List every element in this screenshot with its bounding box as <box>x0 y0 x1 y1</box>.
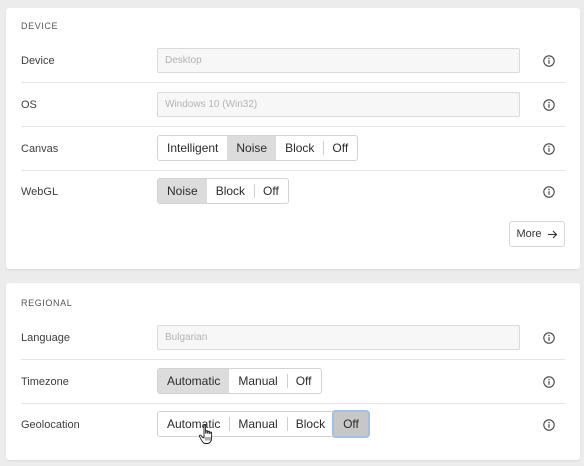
more-button-label: More <box>516 228 542 240</box>
canvas-option-off[interactable]: Off <box>323 136 357 160</box>
row-canvas: Canvas Intelligent Noise Block Off <box>21 127 565 171</box>
row-geolocation: Geolocation Automatic Manual Block Off <box>21 403 565 447</box>
section-title-device: DEVICE <box>21 21 59 31</box>
geolocation-segmented-control: Automatic Manual Block Off <box>157 411 369 437</box>
timezone-label: Timezone <box>21 376 69 388</box>
info-icon[interactable] <box>543 332 555 344</box>
canvas-label: Canvas <box>21 143 59 155</box>
geolocation-label: Geolocation <box>21 419 80 431</box>
geolocation-option-automatic[interactable]: Automatic <box>158 412 229 436</box>
os-field[interactable]: Windows 10 (Win32) <box>157 92 520 117</box>
device-section: DEVICE Device Desktop OS Windows 10 (Win… <box>6 8 580 269</box>
row-webgl: WebGL Noise Block Off <box>21 170 565 214</box>
more-button[interactable]: More <box>509 221 565 247</box>
info-icon[interactable] <box>543 99 555 111</box>
device-field[interactable]: Desktop <box>157 48 520 73</box>
webgl-option-noise[interactable]: Noise <box>158 179 207 203</box>
timezone-option-off[interactable]: Off <box>286 369 321 393</box>
regional-section: REGIONAL Language Bulgarian Timezone Aut… <box>6 283 580 460</box>
timezone-option-manual[interactable]: Manual <box>229 369 286 393</box>
geolocation-option-block[interactable]: Block <box>286 412 334 436</box>
info-icon[interactable] <box>543 143 555 155</box>
row-timezone: Timezone Automatic Manual Off <box>21 360 565 404</box>
row-os: OS Windows 10 (Win32) <box>21 83 565 127</box>
webgl-option-off[interactable]: Off <box>254 179 288 203</box>
webgl-segmented-control: Noise Block Off <box>157 178 289 204</box>
arrow-right-icon <box>547 230 557 238</box>
geolocation-option-off[interactable]: Off <box>334 412 368 436</box>
section-title-regional: REGIONAL <box>21 298 73 308</box>
geolocation-option-manual[interactable]: Manual <box>229 412 286 436</box>
canvas-option-block[interactable]: Block <box>276 136 323 160</box>
row-device: Device Desktop <box>21 39 565 83</box>
webgl-option-block[interactable]: Block <box>207 179 254 203</box>
timezone-option-automatic[interactable]: Automatic <box>158 369 230 393</box>
os-label: OS <box>21 99 37 111</box>
canvas-option-noise[interactable]: Noise <box>227 136 277 160</box>
info-icon[interactable] <box>543 376 555 388</box>
language-field[interactable]: Bulgarian <box>157 325 520 350</box>
language-label: Language <box>21 332 70 344</box>
info-icon[interactable] <box>543 419 555 431</box>
timezone-segmented-control: Automatic Manual Off <box>157 368 322 394</box>
canvas-segmented-control: Intelligent Noise Block Off <box>157 135 359 161</box>
info-icon[interactable] <box>543 55 555 67</box>
row-language: Language Bulgarian <box>21 316 565 360</box>
webgl-label: WebGL <box>21 186 59 198</box>
device-label: Device <box>21 55 55 67</box>
info-icon[interactable] <box>543 186 555 198</box>
canvas-option-intelligent[interactable]: Intelligent <box>158 136 227 160</box>
